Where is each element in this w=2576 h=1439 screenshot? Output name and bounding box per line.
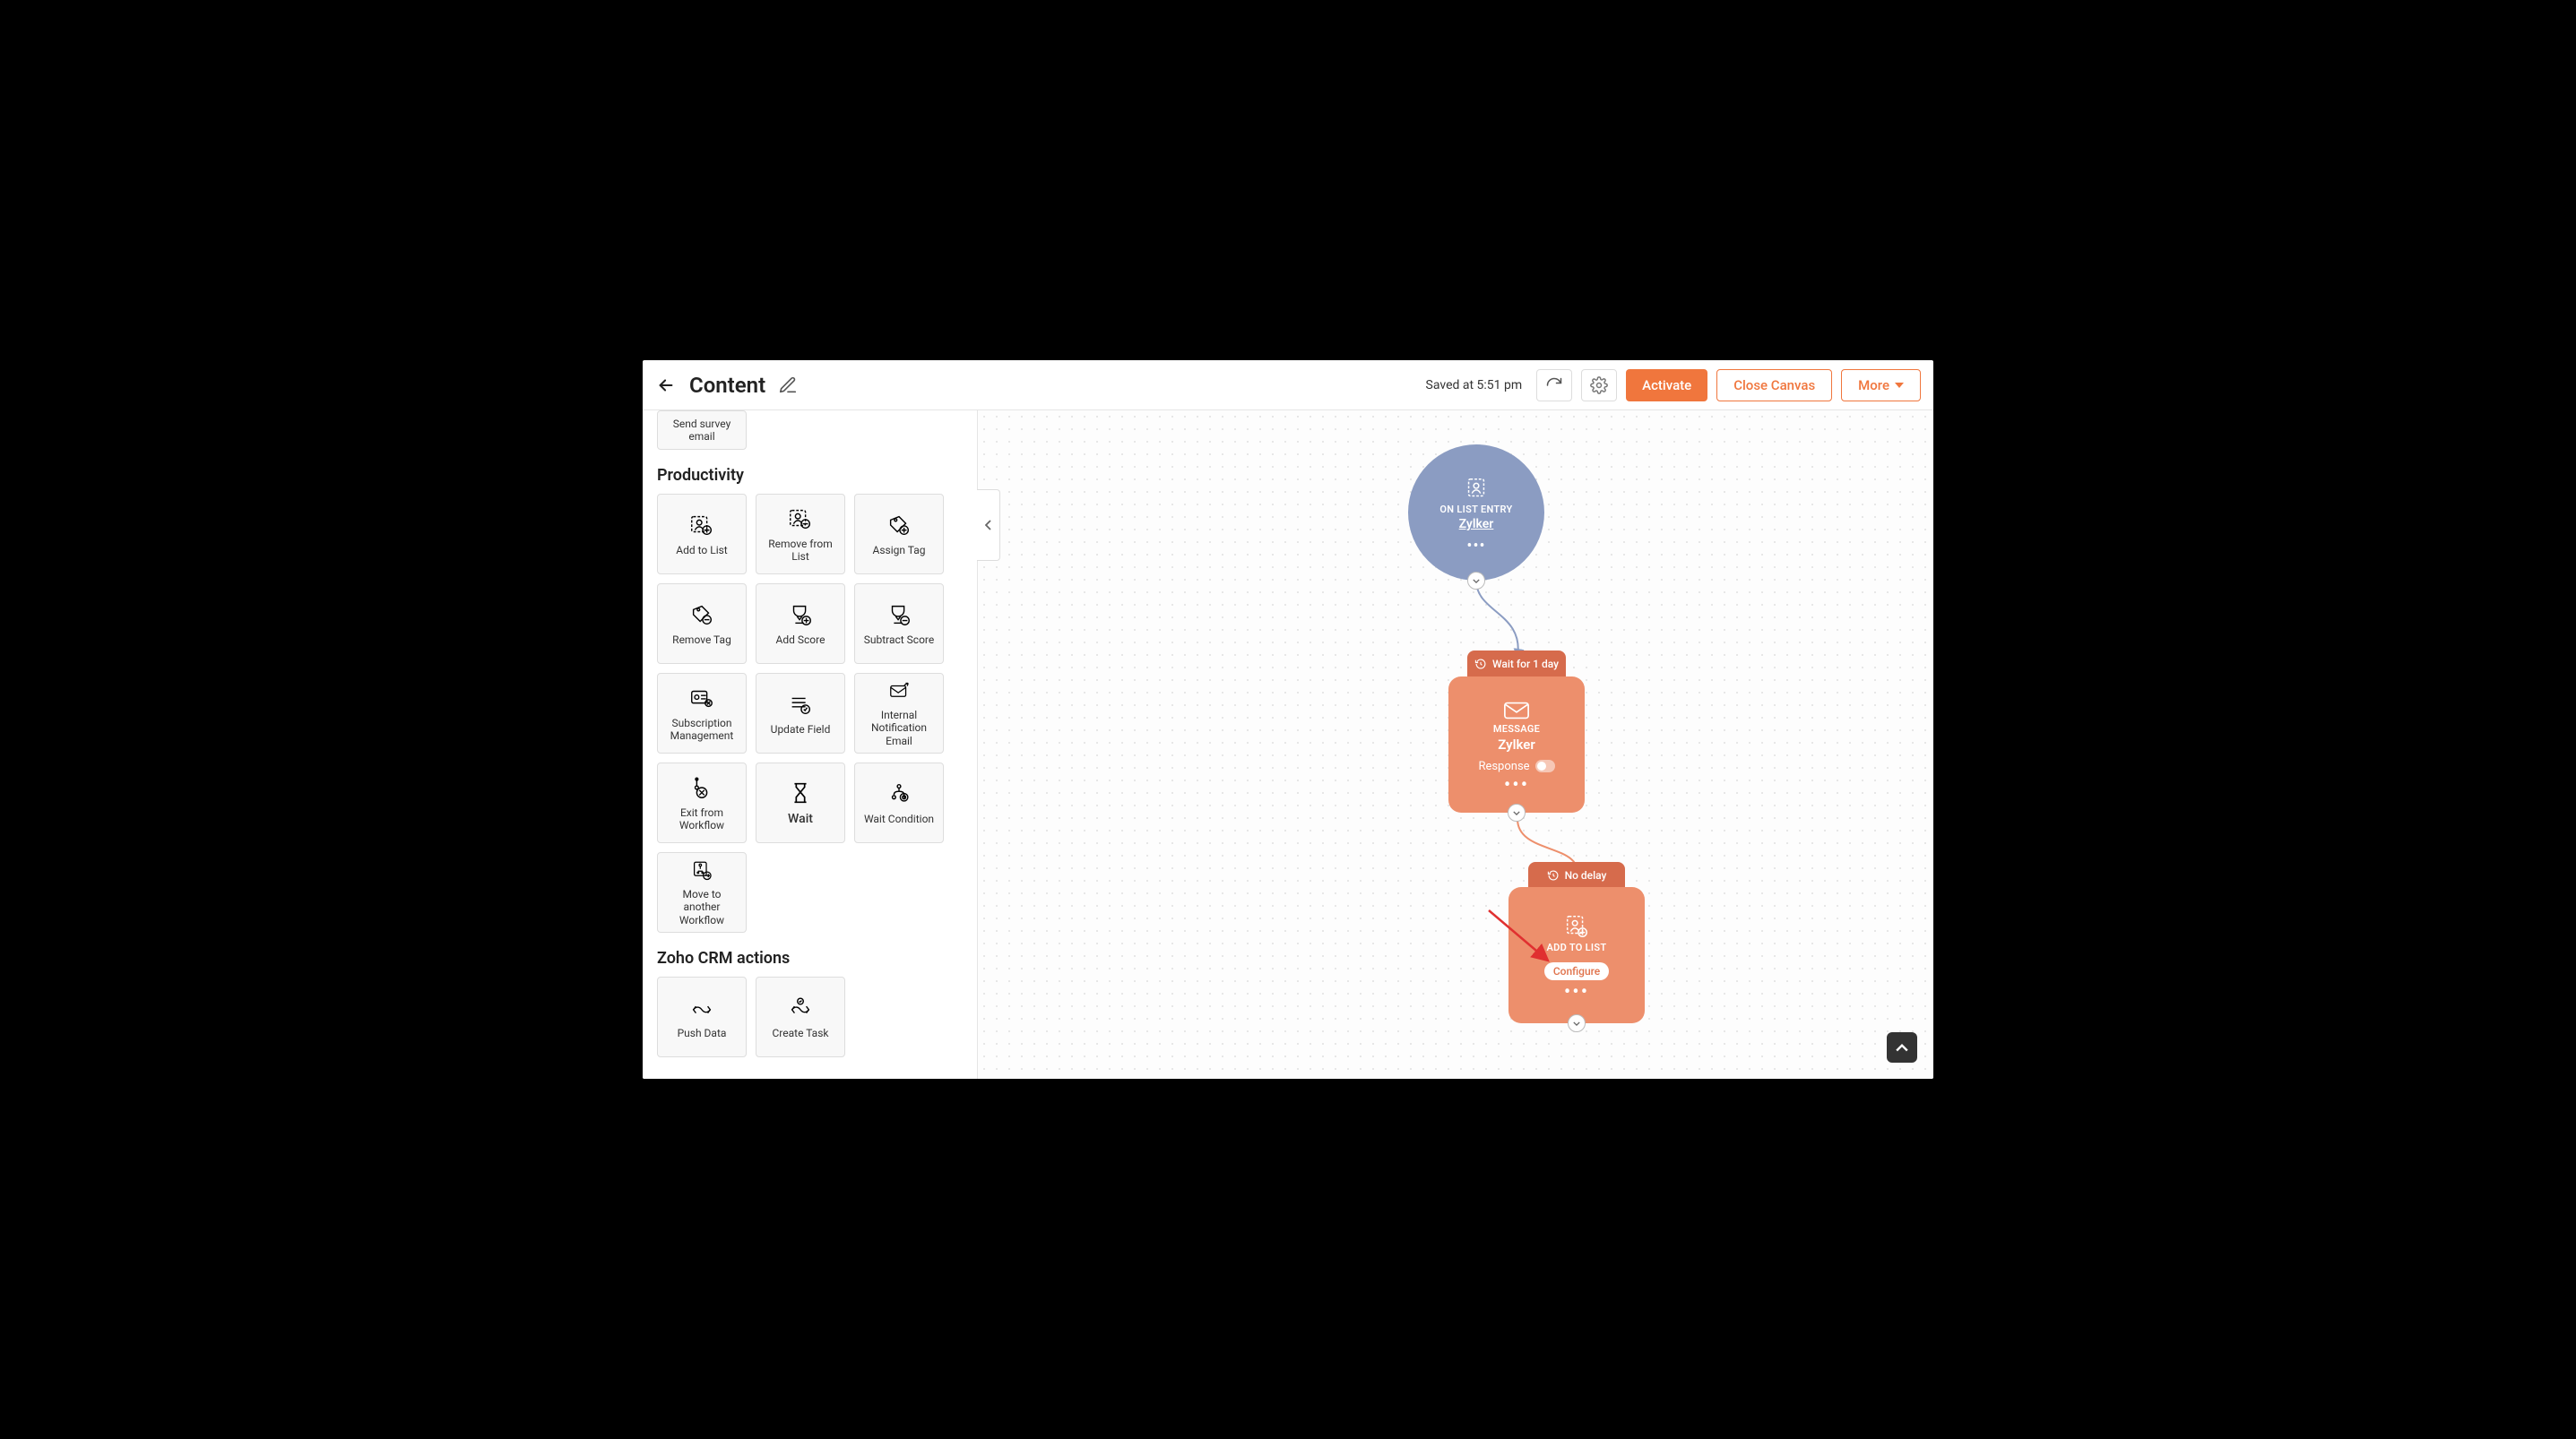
- block-label: Remove from List: [762, 538, 839, 564]
- delay-text: Wait for 1 day: [1492, 658, 1559, 670]
- block-label: Internal Notification Email: [860, 709, 938, 747]
- caret-down-icon: [1895, 383, 1904, 388]
- collapse-sidebar-handle[interactable]: [977, 489, 1000, 561]
- more-label: More: [1858, 377, 1889, 393]
- expand-node-icon[interactable]: [1568, 1014, 1586, 1032]
- expand-node-icon[interactable]: [1467, 572, 1485, 590]
- add-to-list-icon: [1563, 913, 1590, 940]
- block-label: Send survey email: [663, 418, 740, 444]
- block-label: Subscription Management: [663, 717, 740, 743]
- block-move-to-another-workflow[interactable]: Move to another Workflow: [657, 852, 747, 933]
- block-send-survey-email[interactable]: Send survey email: [657, 410, 747, 450]
- block-update-field[interactable]: Update Field: [756, 673, 845, 754]
- activate-button[interactable]: Activate: [1626, 369, 1707, 401]
- node-kind: ADD TO LIST: [1547, 942, 1607, 953]
- block-remove-tag[interactable]: Remove Tag: [657, 583, 747, 664]
- response-toggle-row[interactable]: Response: [1478, 760, 1554, 773]
- block-subscription-management[interactable]: Subscription Management: [657, 673, 747, 754]
- expand-node-icon[interactable]: [1508, 804, 1526, 822]
- section-title-productivity: Productivity: [657, 466, 963, 485]
- block-label: Update Field: [771, 723, 831, 736]
- block-remove-from-list[interactable]: Remove from List: [756, 494, 845, 574]
- block-label: Create Task: [773, 1027, 829, 1039]
- settings-button[interactable]: [1581, 369, 1617, 401]
- edit-title-icon[interactable]: [778, 375, 798, 395]
- response-label: Response: [1478, 760, 1529, 773]
- block-label: Move to another Workflow: [663, 888, 740, 926]
- node-kind: MESSAGE: [1493, 723, 1540, 735]
- trigger-node[interactable]: ON LIST ENTRY Zylker •••: [1408, 444, 1544, 581]
- add-to-list-node[interactable]: ADD TO LIST Configure •••: [1508, 887, 1645, 1023]
- block-create-task[interactable]: Create Task: [756, 977, 845, 1057]
- block-label: Add Score: [776, 633, 826, 646]
- more-dots-icon[interactable]: •••: [1564, 989, 1589, 997]
- refresh-button[interactable]: [1536, 369, 1572, 401]
- trigger-kind: ON LIST ENTRY: [1439, 504, 1512, 515]
- page-title: Content: [689, 373, 765, 398]
- block-label: Remove Tag: [672, 633, 731, 646]
- canvas[interactable]: ON LIST ENTRY Zylker ••• Wait for 1 day …: [978, 410, 1933, 1079]
- close-canvas-button[interactable]: Close Canvas: [1716, 369, 1832, 401]
- block-internal-notification-email[interactable]: Internal Notification Email: [854, 673, 944, 754]
- back-arrow-icon[interactable]: [655, 375, 677, 396]
- block-label: Wait Condition: [864, 813, 934, 825]
- block-push-data[interactable]: Push Data: [657, 977, 747, 1057]
- header: Content Saved at 5:51 pm Activate Close …: [643, 360, 1933, 410]
- configure-button[interactable]: Configure: [1544, 962, 1609, 980]
- scroll-top-button[interactable]: [1887, 1032, 1917, 1063]
- block-label: Assign Tag: [872, 544, 925, 556]
- block-exit-from-workflow[interactable]: Exit from Workflow: [657, 763, 747, 843]
- message-node[interactable]: MESSAGE Zylker Response •••: [1448, 676, 1585, 813]
- history-icon: [1547, 869, 1560, 882]
- block-label: Push Data: [678, 1027, 727, 1039]
- list-entry-icon: [1463, 475, 1490, 502]
- delay-tab-add[interactable]: No delay: [1528, 862, 1625, 889]
- block-label: Subtract Score: [864, 633, 935, 646]
- more-dots-icon[interactable]: •••: [1504, 782, 1529, 790]
- block-assign-tag[interactable]: Assign Tag: [854, 494, 944, 574]
- delay-tab-message[interactable]: Wait for 1 day: [1467, 651, 1566, 677]
- envelope-icon: [1503, 700, 1530, 721]
- node-name: Zylker: [1498, 737, 1534, 753]
- more-dots-icon[interactable]: •••: [1466, 542, 1485, 550]
- history-icon: [1474, 658, 1487, 670]
- block-wait-condition[interactable]: Wait Condition: [854, 763, 944, 843]
- toggle-icon[interactable]: [1535, 760, 1555, 772]
- block-add-score[interactable]: Add Score: [756, 583, 845, 664]
- block-wait[interactable]: Wait: [756, 763, 845, 843]
- saved-status: Saved at 5:51 pm: [1426, 378, 1523, 392]
- block-label: Wait: [788, 812, 813, 827]
- sidebar: Send survey email Productivity Add to Li…: [643, 410, 978, 1079]
- more-button[interactable]: More: [1841, 369, 1921, 401]
- block-subtract-score[interactable]: Subtract Score: [854, 583, 944, 664]
- block-label: Exit from Workflow: [663, 806, 740, 832]
- trigger-name: Zylker: [1459, 517, 1494, 531]
- delay-text: No delay: [1565, 869, 1607, 882]
- block-label: Add to List: [676, 544, 727, 556]
- block-add-to-list[interactable]: Add to List: [657, 494, 747, 574]
- section-title-crm: Zoho CRM actions: [657, 949, 963, 968]
